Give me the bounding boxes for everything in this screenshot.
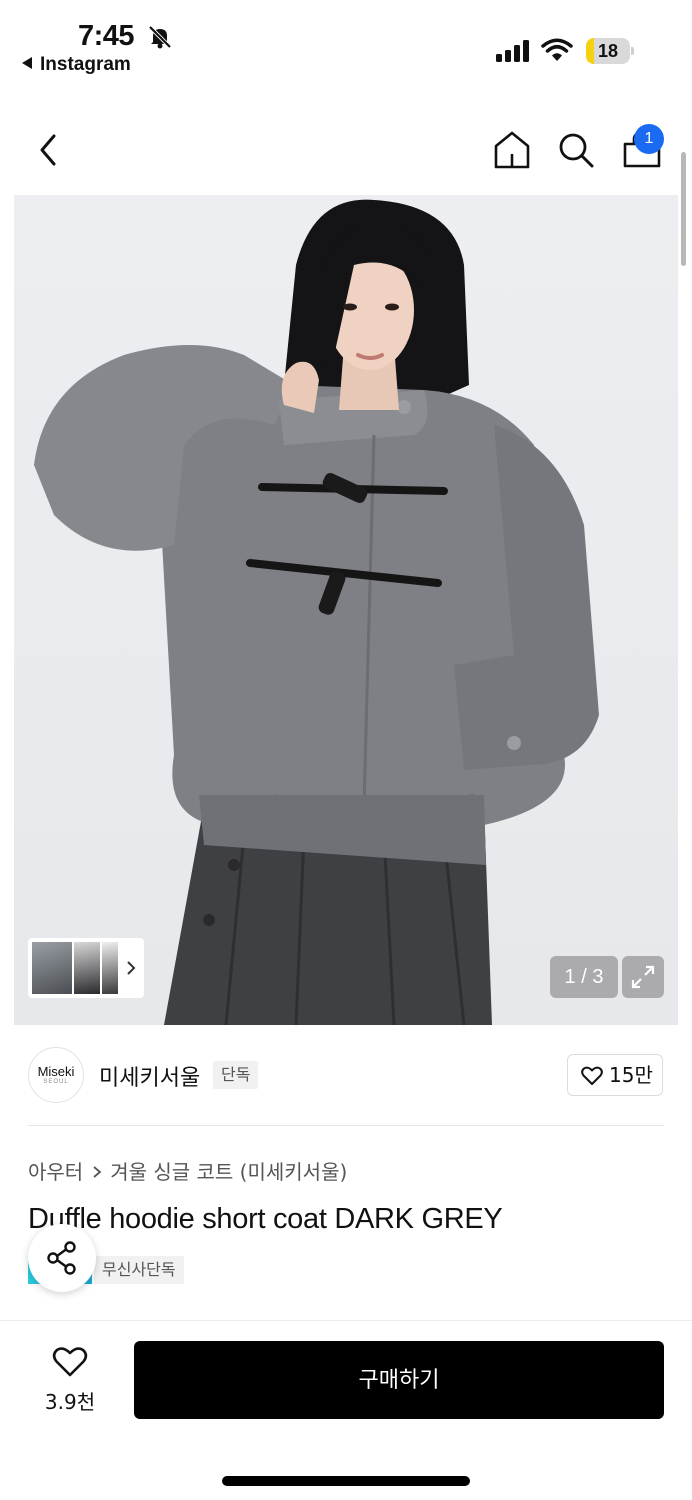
- cellular-signal-icon: [496, 40, 529, 62]
- exclusive-badge: 무신사단독: [94, 1256, 184, 1284]
- search-icon[interactable]: [556, 130, 596, 170]
- chevron-right-icon: [93, 1166, 102, 1178]
- product-image[interactable]: 1 / 3: [14, 195, 678, 1025]
- brand-like-button[interactable]: 15만: [567, 1054, 663, 1096]
- home-icon[interactable]: [492, 129, 532, 171]
- thumbnail-3[interactable]: [102, 942, 118, 994]
- thumbnail-2[interactable]: [74, 942, 100, 994]
- heart-icon: [581, 1066, 603, 1085]
- share-icon: [47, 1241, 76, 1275]
- bell-muted-icon: [148, 25, 172, 49]
- product-title: Duffle hoodie short coat DARK GREY: [28, 1203, 503, 1235]
- expand-icon[interactable]: [622, 956, 664, 998]
- battery-icon: 18: [586, 38, 634, 64]
- back-chevron-icon[interactable]: [32, 130, 66, 170]
- share-button[interactable]: [28, 1224, 96, 1292]
- battery-percent: 18: [597, 41, 619, 61]
- heart-icon: [52, 1347, 88, 1377]
- brand-logo-text: Miseki: [37, 1064, 75, 1079]
- buy-button[interactable]: 구매하기: [134, 1341, 664, 1419]
- home-indicator[interactable]: [222, 1476, 470, 1486]
- back-app-label: Instagram: [40, 54, 131, 75]
- brand-name[interactable]: 미세키서울: [99, 1060, 200, 1092]
- status-time: 7:45: [78, 20, 135, 52]
- image-counter: 1 / 3: [550, 956, 618, 998]
- chevron-right-icon[interactable]: [124, 958, 138, 978]
- wishlist-count: 3.9천: [44, 1390, 96, 1414]
- model-illustration: [34, 199, 599, 1025]
- thumbnail-1[interactable]: [32, 942, 72, 994]
- back-to-app-link[interactable]: Instagram: [22, 54, 131, 76]
- breadcrumb: 아우터 겨울 싱글 코트 (미세키서울): [28, 1156, 347, 1185]
- back-triangle-icon: [22, 57, 32, 69]
- brand-like-count: 15만: [609, 1063, 653, 1087]
- thumbnail-strip[interactable]: [28, 938, 144, 998]
- wifi-icon: [541, 38, 573, 61]
- brand-exclusive-tag: 단독: [213, 1061, 259, 1089]
- brand-logo-subtext: SEOUL: [43, 1079, 69, 1085]
- cart-count-badge: 1: [634, 124, 664, 154]
- breadcrumb-subcategory[interactable]: 겨울 싱글 코트 (미세키서울): [110, 1160, 347, 1184]
- status-bar: 7:45 Instagram 18: [0, 0, 692, 84]
- breadcrumb-category[interactable]: 아우터: [28, 1160, 83, 1184]
- scrollbar[interactable]: [681, 152, 686, 266]
- divider: [28, 1125, 664, 1126]
- brand-logo[interactable]: Miseki SEOUL: [28, 1047, 84, 1103]
- wishlist-button[interactable]: 3.9천: [28, 1342, 112, 1420]
